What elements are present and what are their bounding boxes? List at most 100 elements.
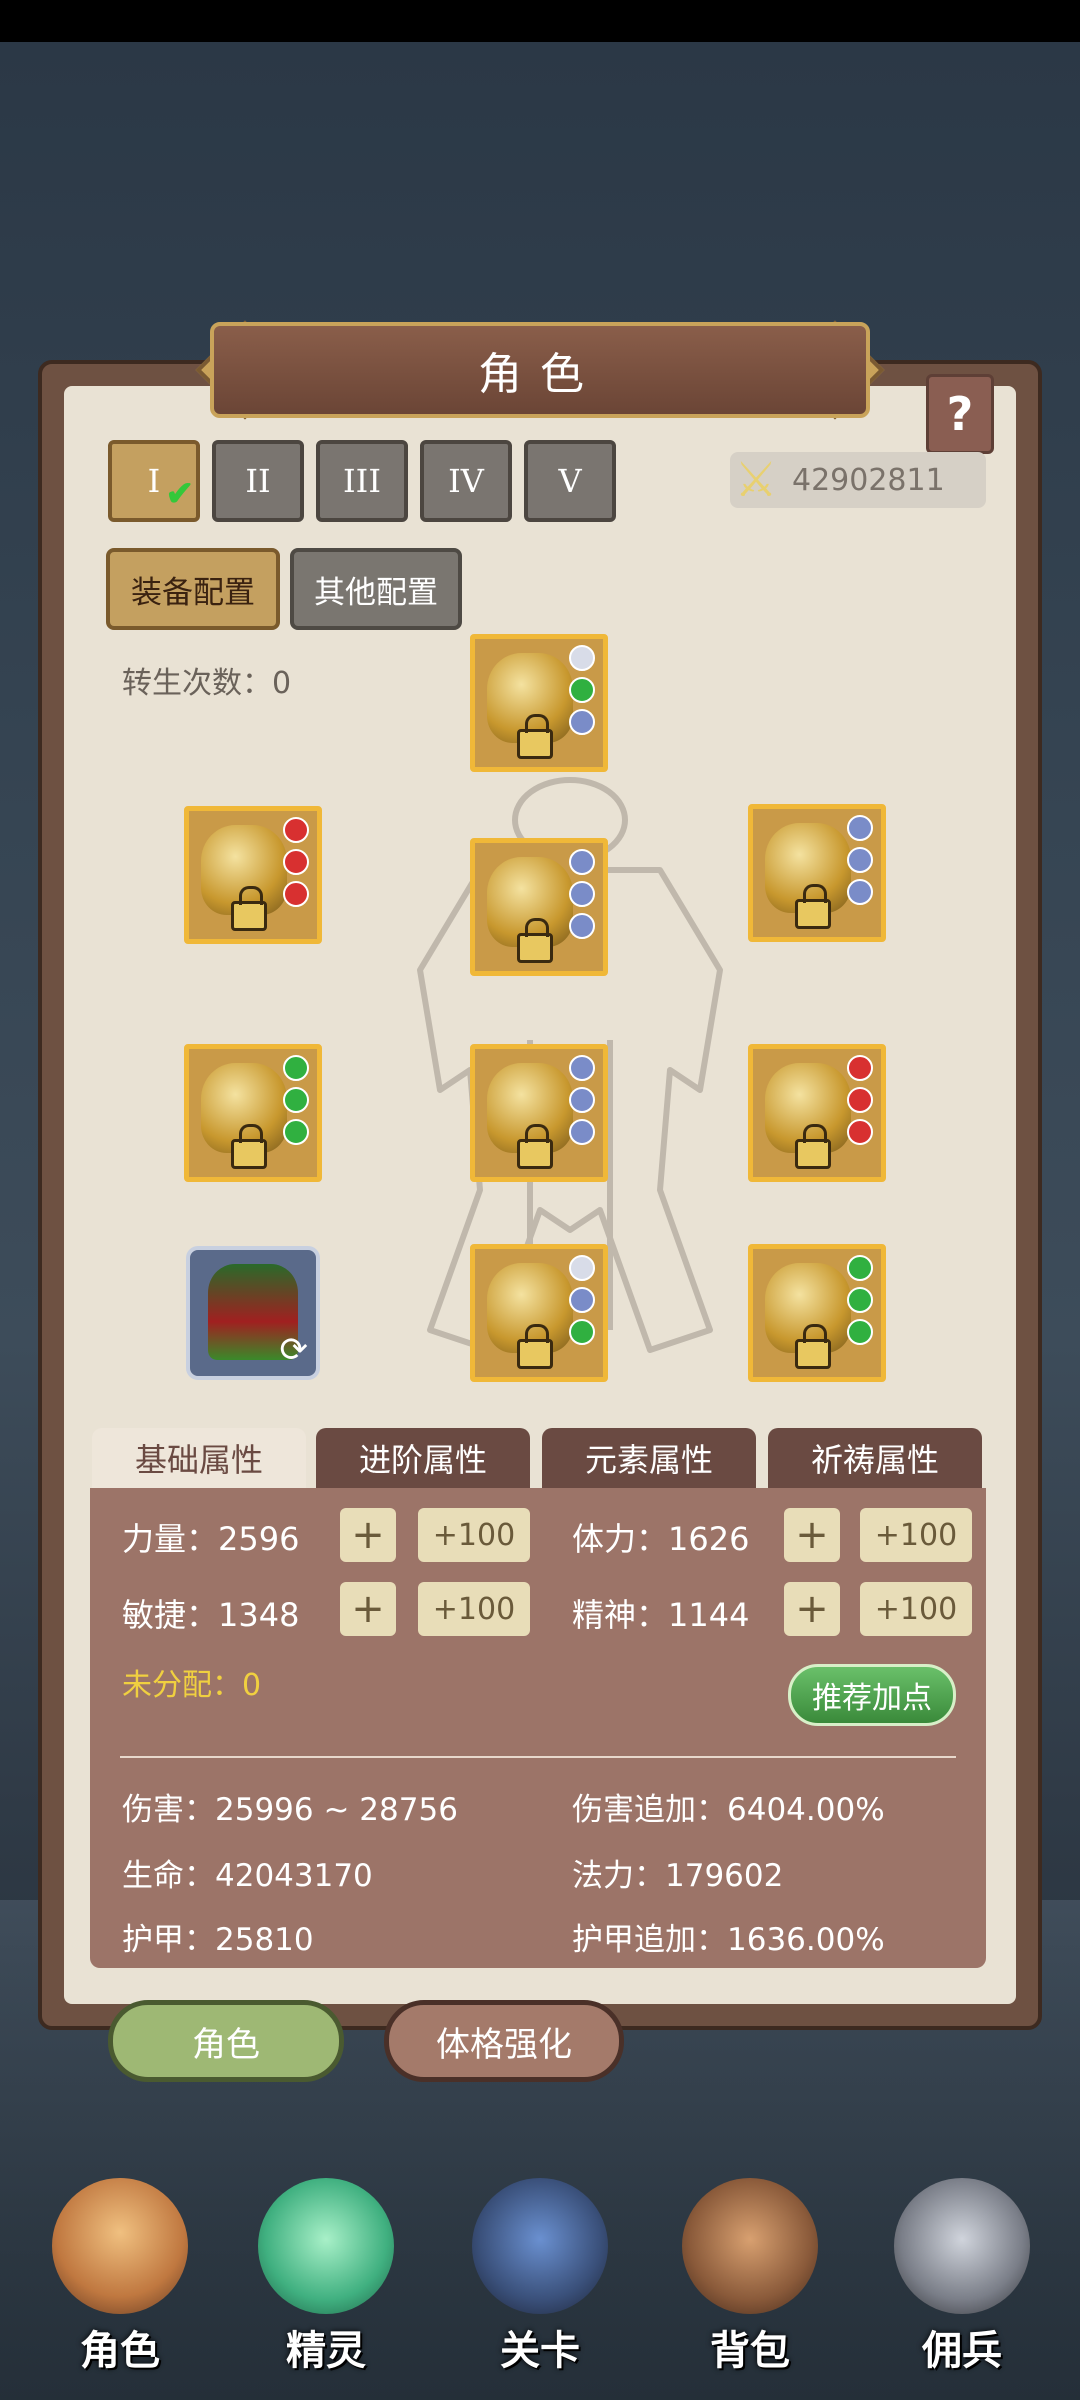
unassigned-points: 未分配：0 (122, 1668, 262, 1703)
socket-gems (569, 1255, 597, 1345)
helmet-slot[interactable] (470, 634, 608, 772)
physique-enhance-button[interactable]: 体格强化 (384, 2000, 624, 2082)
preset-tab-label: IV (448, 462, 484, 500)
slime-spirit-icon (258, 2178, 394, 2314)
nav-label: 精灵 (286, 2328, 366, 2374)
gem-icon (569, 913, 595, 939)
gloves-slot[interactable] (184, 1044, 322, 1182)
damage-stat: 伤害：25996 ~ 28756 (122, 1792, 458, 1828)
strength-plus-button[interactable]: + (340, 1508, 396, 1562)
preset-tab-3[interactable]: III (316, 440, 408, 522)
gem-icon (283, 1087, 309, 1113)
tab-equipment-config[interactable]: 装备配置 (106, 548, 280, 630)
socket-gems (847, 1055, 875, 1145)
role-button[interactable]: 角色 (108, 2000, 344, 2082)
lock-icon (517, 714, 553, 759)
gem-icon (283, 817, 309, 843)
gem-icon (847, 1055, 873, 1081)
preset-tab-2[interactable]: II (212, 440, 304, 522)
gem-icon (283, 1055, 309, 1081)
gem-icon (569, 1087, 595, 1113)
gem-icon (847, 847, 873, 873)
crossed-swords-gate-icon (472, 2178, 608, 2314)
tab-advanced-attributes[interactable]: 进阶属性 (316, 1428, 530, 1488)
nav-role[interactable]: 角色 (30, 2170, 210, 2390)
recommend-points-button[interactable]: 推荐加点 (788, 1664, 956, 1726)
nav-label: 佣兵 (922, 2328, 1002, 2374)
strength-plus100-button[interactable]: +100 (418, 1508, 530, 1562)
gem-icon (283, 1119, 309, 1145)
preset-tab-label: I (147, 462, 161, 500)
knight-helmet-icon (894, 2178, 1030, 2314)
armor-slot[interactable] (470, 838, 608, 976)
socket-gems (569, 645, 597, 735)
gem-icon (847, 1255, 873, 1281)
necklace-slot[interactable] (748, 1044, 886, 1182)
nav-label: 角色 (80, 2328, 160, 2374)
agility-plus-button[interactable]: + (340, 1582, 396, 1636)
nav-spirit[interactable]: 精灵 (236, 2170, 416, 2390)
lock-icon (517, 918, 553, 963)
gem-icon (569, 677, 595, 703)
agility-plus100-button[interactable]: +100 (418, 1582, 530, 1636)
nav-mercenary[interactable]: 佣兵 (872, 2170, 1052, 2390)
tab-prayer-attributes[interactable]: 祈祷属性 (768, 1428, 982, 1488)
gem-icon (569, 1319, 595, 1345)
lock-icon (795, 1124, 831, 1169)
spirit-stat: 精神：1144 (572, 1596, 750, 1634)
stamina-stat: 体力：1626 (572, 1520, 750, 1558)
damage-bonus-stat: 伤害追加：6404.00% (572, 1792, 885, 1828)
socket-gems (283, 1055, 311, 1145)
stamina-plus100-button[interactable]: +100 (860, 1508, 972, 1562)
socket-gems (847, 815, 875, 905)
preset-tab-label: V (558, 462, 582, 500)
divider (120, 1756, 956, 1758)
weapon-slot[interactable] (184, 806, 322, 944)
hero-portrait-icon (52, 2178, 188, 2314)
lock-icon (517, 1324, 553, 1369)
gem-icon (847, 815, 873, 841)
preset-tab-1[interactable]: I ✔ (108, 440, 200, 522)
combat-power: ⚔ 42902811 (730, 452, 986, 508)
stamina-plus-button[interactable]: + (784, 1508, 840, 1562)
gem-icon (569, 1255, 595, 1281)
stats-panel (90, 1488, 986, 1968)
gem-icon (569, 881, 595, 907)
help-button[interactable]: ? (926, 374, 994, 454)
boots-slot[interactable] (470, 1244, 608, 1382)
lock-icon (795, 884, 831, 929)
gem-icon (847, 1319, 873, 1345)
gem-icon (847, 1087, 873, 1113)
ring-slot[interactable] (748, 1244, 886, 1382)
socket-gems (569, 1055, 597, 1145)
gem-icon (283, 849, 309, 875)
gem-icon (847, 1119, 873, 1145)
gem-icon (283, 881, 309, 907)
gem-icon (569, 1287, 595, 1313)
spirit-plus100-button[interactable]: +100 (860, 1582, 972, 1636)
page-title: 角色 (210, 322, 870, 418)
tab-basic-attributes[interactable]: 基础属性 (92, 1428, 306, 1488)
gem-icon (569, 849, 595, 875)
preset-tab-5[interactable]: V (524, 440, 616, 522)
gem-icon (569, 709, 595, 735)
nav-label: 背包 (710, 2328, 790, 2374)
tab-other-config[interactable]: 其他配置 (290, 548, 462, 630)
crossed-swords-icon: ⚔ (734, 452, 778, 508)
preset-tab-label: III (343, 462, 381, 500)
belt-slot[interactable] (470, 1044, 608, 1182)
tab-element-attributes[interactable]: 元素属性 (542, 1428, 756, 1488)
armor-bonus-stat: 护甲追加：1636.00% (572, 1922, 885, 1958)
nav-label: 关卡 (500, 2328, 580, 2374)
nav-bag[interactable]: 背包 (660, 2170, 840, 2390)
gem-icon (569, 1055, 595, 1081)
nav-stage[interactable]: 关卡 (450, 2170, 630, 2390)
strength-stat: 力量：2596 (122, 1520, 300, 1558)
status-bar (0, 0, 1080, 42)
spirit-plus-button[interactable]: + (784, 1582, 840, 1636)
cape-slot[interactable]: ⟳ (186, 1246, 320, 1380)
preset-tab-4[interactable]: IV (420, 440, 512, 522)
armor-stat: 护甲：25810 (122, 1922, 314, 1958)
lock-icon (517, 1124, 553, 1169)
shoulder-slot[interactable] (748, 804, 886, 942)
